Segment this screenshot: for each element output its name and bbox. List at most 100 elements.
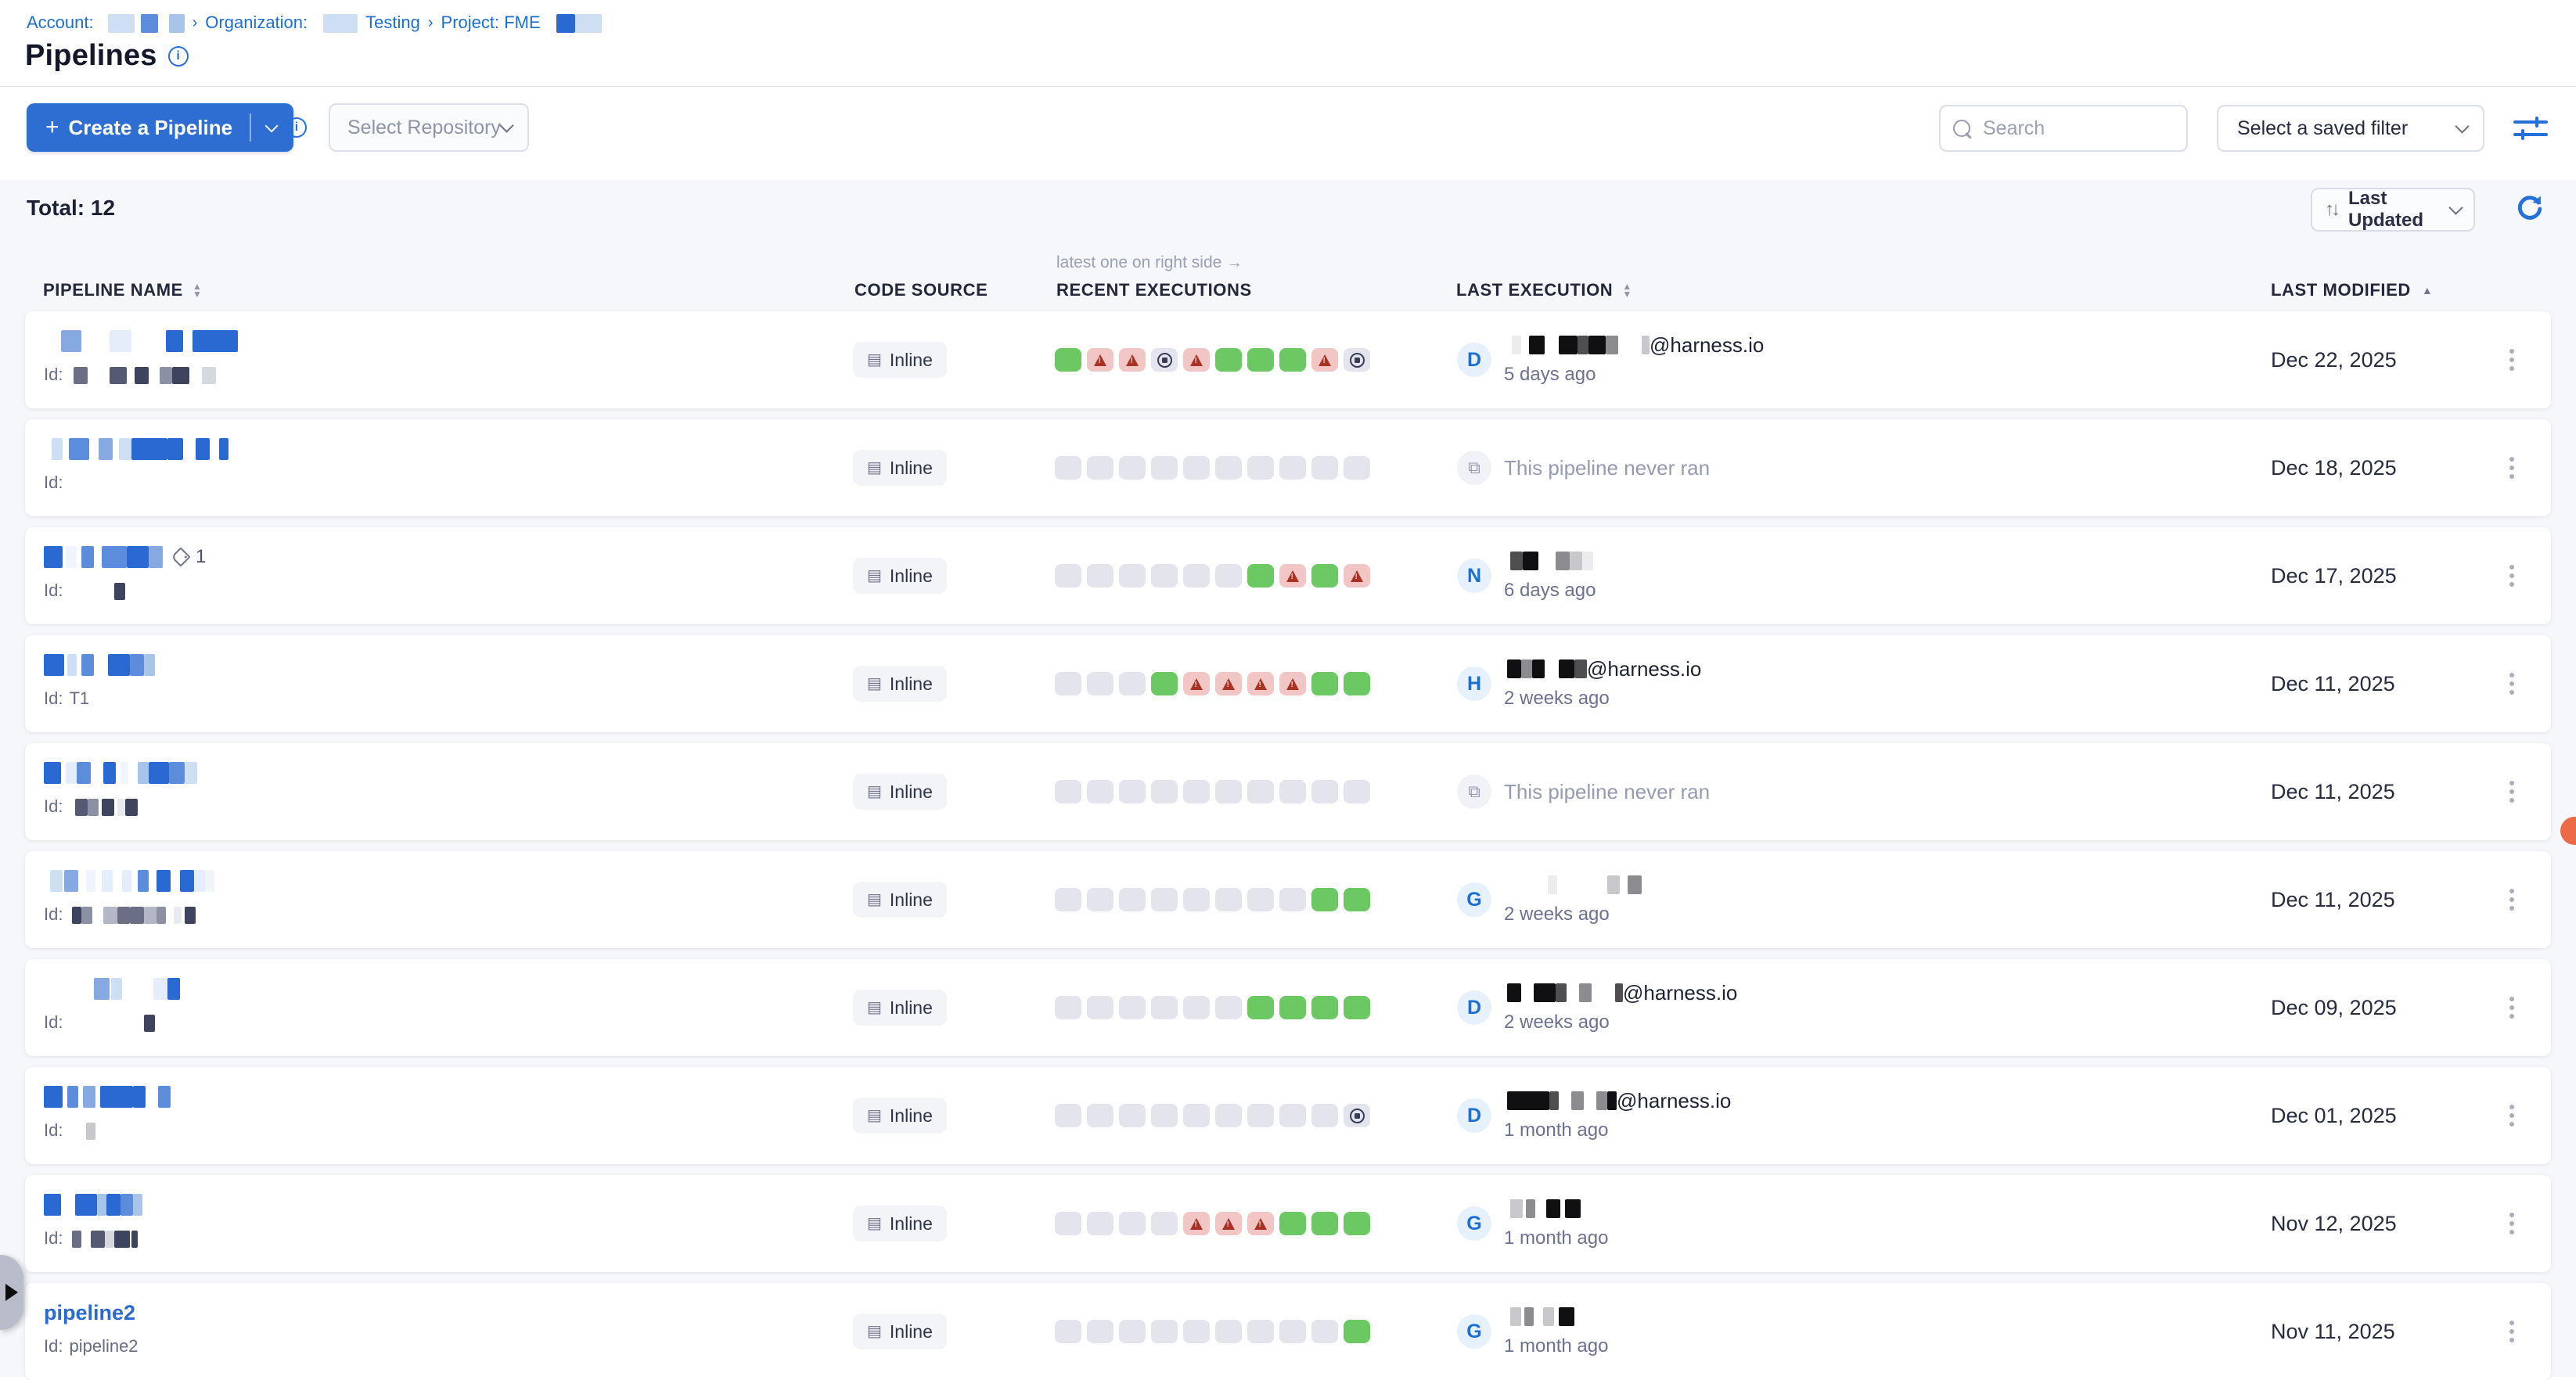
- inline-icon: [867, 1324, 882, 1339]
- execution-success-icon[interactable]: [1311, 888, 1338, 911]
- execution-success-icon[interactable]: [1247, 996, 1274, 1019]
- page-info-icon[interactable]: [168, 46, 189, 66]
- pipeline-row[interactable]: Id: Inline G1 month ago Nov 12, 2025: [25, 1175, 2551, 1272]
- chevron-down-icon[interactable]: [265, 119, 279, 132]
- column-header-last-execution[interactable]: LAST EXECUTION: [1456, 280, 1632, 300]
- column-header-last-modified[interactable]: LAST MODIFIED: [2271, 280, 2433, 300]
- execution-failed-icon[interactable]: [1311, 348, 1338, 372]
- search-input[interactable]: [1981, 117, 2174, 141]
- pipeline-name-link[interactable]: pipeline2: [44, 1301, 135, 1325]
- breadcrumb-org-name[interactable]: Testing: [365, 13, 420, 33]
- pipeline-row[interactable]: Id: Inline D@harness.io2 weeks ago Dec 0…: [25, 959, 2551, 1056]
- last-execution-time: 2 weeks ago: [1504, 688, 1701, 710]
- execution-aborted-icon[interactable]: [1344, 1104, 1370, 1127]
- filter-sliders-icon[interactable]: [2513, 115, 2548, 140]
- execution-failed-icon[interactable]: [1215, 1212, 1242, 1235]
- create-info-icon[interactable]: [286, 117, 307, 138]
- pipeline-name[interactable]: [44, 329, 238, 354]
- execution-failed-icon[interactable]: [1119, 348, 1146, 372]
- execution-failed-icon[interactable]: [1087, 348, 1114, 372]
- kebab-menu-button[interactable]: [2496, 1283, 2527, 1380]
- execution-empty-icon: [1215, 1104, 1242, 1127]
- execution-success-icon[interactable]: [1344, 1212, 1370, 1235]
- breadcrumb-account-label[interactable]: Account:: [27, 13, 94, 33]
- execution-empty-icon: [1183, 888, 1210, 911]
- column-header-pipeline-name[interactable]: PIPELINE NAME: [43, 280, 202, 300]
- total-count: Total: 12: [27, 196, 115, 221]
- execution-success-icon[interactable]: [1344, 672, 1370, 695]
- pipeline-row[interactable]: Id: Inline D@harness.io5 days ago Dec 22…: [25, 311, 2551, 408]
- pipeline-row[interactable]: Id: T1 Inline H@harness.io2 weeks ago De…: [25, 635, 2551, 732]
- execution-failed-icon[interactable]: [1183, 348, 1210, 372]
- execution-failed-icon[interactable]: [1247, 672, 1274, 695]
- execution-empty-icon: [1087, 456, 1114, 480]
- refresh-icon[interactable]: [2513, 192, 2546, 225]
- pipeline-name[interactable]: 1: [44, 544, 206, 570]
- pipeline-row[interactable]: 1 Id: Inline N6 days ago Dec 17, 2025: [25, 527, 2551, 624]
- execution-empty-icon: [1055, 1104, 1081, 1127]
- pipeline-row[interactable]: Id: Inline This pipeline never ran Dec 1…: [25, 419, 2551, 516]
- pipeline-name[interactable]: [44, 760, 197, 785]
- execution-success-icon[interactable]: [1311, 996, 1338, 1019]
- kebab-menu-button[interactable]: [2496, 1067, 2527, 1164]
- pipeline-name[interactable]: [44, 1084, 171, 1109]
- execution-empty-icon: [1055, 456, 1081, 480]
- execution-failed-icon[interactable]: [1183, 1212, 1210, 1235]
- create-pipeline-button[interactable]: + Create a Pipeline: [27, 103, 293, 152]
- execution-success-icon[interactable]: [1344, 888, 1370, 911]
- pipeline-name[interactable]: pipeline2: [44, 1300, 139, 1325]
- execution-success-icon[interactable]: [1311, 564, 1338, 588]
- sort-dropdown[interactable]: ↑↓ Last Updated: [2311, 188, 2475, 232]
- execution-failed-icon[interactable]: [1279, 564, 1306, 588]
- execution-failed-icon[interactable]: [1183, 672, 1210, 695]
- kebab-menu-button[interactable]: [2496, 851, 2527, 948]
- kebab-menu-button[interactable]: [2496, 311, 2527, 408]
- execution-success-icon[interactable]: [1311, 672, 1338, 695]
- expand-drawer-handle[interactable]: [0, 1255, 23, 1330]
- execution-success-icon[interactable]: [1247, 348, 1274, 372]
- breadcrumb-org-label[interactable]: Organization:: [205, 13, 308, 33]
- kebab-menu-button[interactable]: [2496, 959, 2527, 1056]
- execution-failed-icon[interactable]: [1215, 672, 1242, 695]
- execution-success-icon[interactable]: [1311, 1212, 1338, 1235]
- execution-failed-icon[interactable]: [1247, 1212, 1274, 1235]
- pipeline-row[interactable]: Id: Inline G2 weeks ago Dec 11, 2025: [25, 851, 2551, 948]
- execution-failed-icon[interactable]: [1279, 672, 1306, 695]
- kebab-menu-button[interactable]: [2496, 419, 2527, 516]
- execution-success-icon[interactable]: [1215, 348, 1242, 372]
- execution-success-icon[interactable]: [1279, 348, 1306, 372]
- kebab-menu-button[interactable]: [2496, 743, 2527, 840]
- kebab-menu-button[interactable]: [2496, 1175, 2527, 1272]
- execution-success-icon[interactable]: [1151, 672, 1178, 695]
- execution-success-icon[interactable]: [1344, 996, 1370, 1019]
- pipeline-name[interactable]: [44, 1192, 142, 1217]
- search-box[interactable]: [1939, 105, 2188, 152]
- pipeline-name[interactable]: [44, 652, 155, 677]
- pipeline-name[interactable]: [44, 437, 228, 462]
- pipeline-list-panel: Total: 12 ↑↓ Last Updated latest one on …: [0, 180, 2576, 1377]
- pipeline-id-label: Id:: [44, 1336, 63, 1357]
- breadcrumb-project-label[interactable]: Project: FME: [441, 13, 541, 33]
- last-execution-user: [1504, 1306, 1608, 1328]
- execution-success-icon[interactable]: [1055, 348, 1081, 372]
- pipeline-name[interactable]: [44, 976, 180, 1001]
- pipeline-name[interactable]: [44, 868, 214, 893]
- execution-success-icon[interactable]: [1279, 1212, 1306, 1235]
- recent-executions-hint: latest one on right side →: [1056, 253, 1243, 272]
- kebab-menu-button[interactable]: [2496, 527, 2527, 624]
- execution-success-icon[interactable]: [1279, 996, 1306, 1019]
- saved-filter-dropdown[interactable]: Select a saved filter: [2217, 105, 2484, 152]
- pipeline-row[interactable]: Id: Inline This pipeline never ran Dec 1…: [25, 743, 2551, 840]
- last-execution-cell: D@harness.io5 days ago: [1457, 311, 1764, 408]
- pipeline-row[interactable]: Id: Inline D@harness.io1 month ago Dec 0…: [25, 1067, 2551, 1164]
- pipeline-row[interactable]: pipeline2 Id: pipeline2 Inline G1 month …: [25, 1283, 2551, 1380]
- execution-failed-icon[interactable]: [1344, 564, 1370, 588]
- execution-aborted-icon[interactable]: [1344, 348, 1370, 372]
- select-repository-dropdown[interactable]: Select Repository: [329, 103, 529, 152]
- pipeline-id-label: Id:: [44, 1012, 63, 1033]
- execution-success-icon[interactable]: [1247, 564, 1274, 588]
- execution-success-icon[interactable]: [1344, 1320, 1370, 1343]
- execution-empty-icon: [1119, 672, 1146, 695]
- kebab-menu-button[interactable]: [2496, 635, 2527, 732]
- execution-aborted-icon[interactable]: [1151, 348, 1178, 372]
